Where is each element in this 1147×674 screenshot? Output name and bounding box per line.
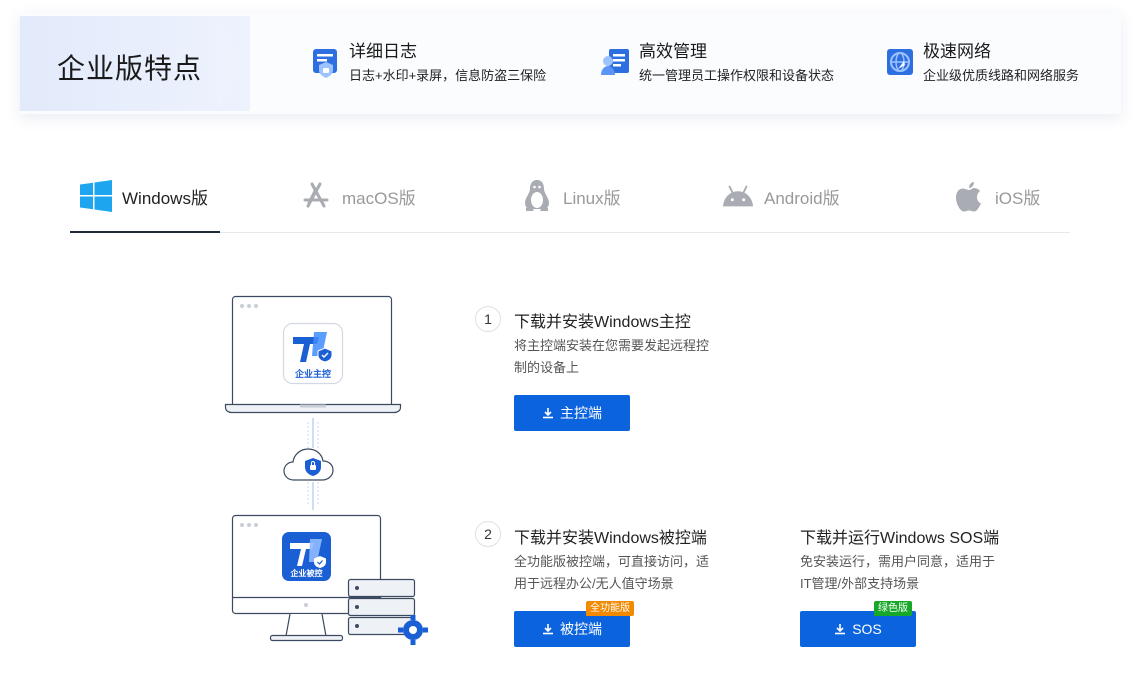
- step-title-sos: 下载并运行Windows SOS端: [800, 530, 1000, 547]
- feature-title: 极速网络: [923, 42, 991, 61]
- feature-desc: 企业级优质线路和网络服务: [923, 68, 1080, 83]
- feature-fast-network: 极速网络 企业级优质线路和网络服务: [884, 41, 1079, 91]
- windows-icon: [80, 179, 112, 213]
- button-label: 主控端: [560, 405, 602, 421]
- log-shield-icon: [313, 49, 337, 78]
- cloud-connection-illustration: [283, 418, 334, 510]
- tab-android[interactable]: Android版: [722, 178, 840, 214]
- button-label: SOS: [852, 621, 882, 637]
- download-icon: [834, 623, 846, 635]
- full-version-badge: 全功能版: [586, 601, 634, 616]
- tab-windows[interactable]: Windows版: [80, 178, 208, 214]
- banner-title: 企业版特点: [57, 53, 203, 84]
- feature-efficient-management: 高效管理 统一管理员工操作权限和设备状态: [600, 41, 834, 91]
- admin-management-icon: [601, 49, 629, 75]
- button-label: 被控端: [560, 621, 602, 637]
- controller-app-label: 企业主控: [294, 369, 331, 379]
- step-title-controller: 下载并安装Windows主控: [514, 314, 691, 331]
- download-controller-button[interactable]: 主控端: [514, 395, 630, 431]
- tab-label: iOS版: [995, 188, 1041, 208]
- tab-linux[interactable]: Linux版: [521, 178, 621, 214]
- feature-desc: 统一管理员工操作权限和设备状态: [639, 68, 835, 83]
- step-number-1: 1: [475, 306, 501, 332]
- feature-desc: 日志+水印+录屏，信息防盗三保险: [349, 68, 547, 83]
- desktop-server-illustration: [231, 514, 428, 645]
- step-desc-controller: 将主控端安装在您需要发起远程控制的设备上: [514, 338, 710, 375]
- laptop-illustration: [224, 295, 402, 414]
- step-title-controlled: 下载并安装Windows被控端: [514, 530, 707, 547]
- tab-label: Android版: [764, 188, 840, 208]
- linux-penguin-icon: [521, 179, 553, 213]
- tab-label: Linux版: [563, 188, 621, 208]
- feature-title: 详细日志: [349, 42, 417, 61]
- banner-title-arrow: [218, 16, 246, 110]
- tab-macos[interactable]: macOS版: [300, 178, 416, 214]
- fast-network-icon: [887, 49, 913, 75]
- step-desc-sos: 免安装运行，需用户同意，适用于IT管理/外部支持场景: [800, 554, 996, 591]
- enterprise-features-banner: 企业版特点 详细日志 日志+水印+录屏，信息防盗三保险 高效管理 统一管理员工操…: [20, 13, 1121, 114]
- tab-label: Windows版: [122, 188, 208, 208]
- tab-label: macOS版: [342, 188, 416, 208]
- os-tab-bar: Windows版 macOS版 Linux版 Android版 iOS版: [70, 165, 1070, 233]
- app-store-icon: [300, 179, 332, 213]
- feature-detailed-log: 详细日志 日志+水印+录屏，信息防盗三保险: [310, 41, 546, 91]
- download-icon: [542, 623, 554, 635]
- step-number-2: 2: [475, 521, 501, 547]
- download-controlled-button[interactable]: 被控端: [514, 611, 630, 647]
- download-sos-button[interactable]: SOS: [800, 611, 916, 647]
- download-icon: [542, 407, 554, 419]
- step-desc-controlled: 全功能版被控端，可直接访问，适用于远程办公/无人值守场景: [514, 554, 710, 591]
- green-version-badge: 绿色版: [874, 601, 912, 616]
- active-tab-indicator: [70, 231, 220, 233]
- apple-icon: [953, 179, 985, 213]
- android-icon: [722, 179, 754, 213]
- controlled-app-label: 企业被控: [290, 569, 323, 578]
- feature-title: 高效管理: [639, 42, 707, 61]
- tab-ios[interactable]: iOS版: [953, 178, 1040, 214]
